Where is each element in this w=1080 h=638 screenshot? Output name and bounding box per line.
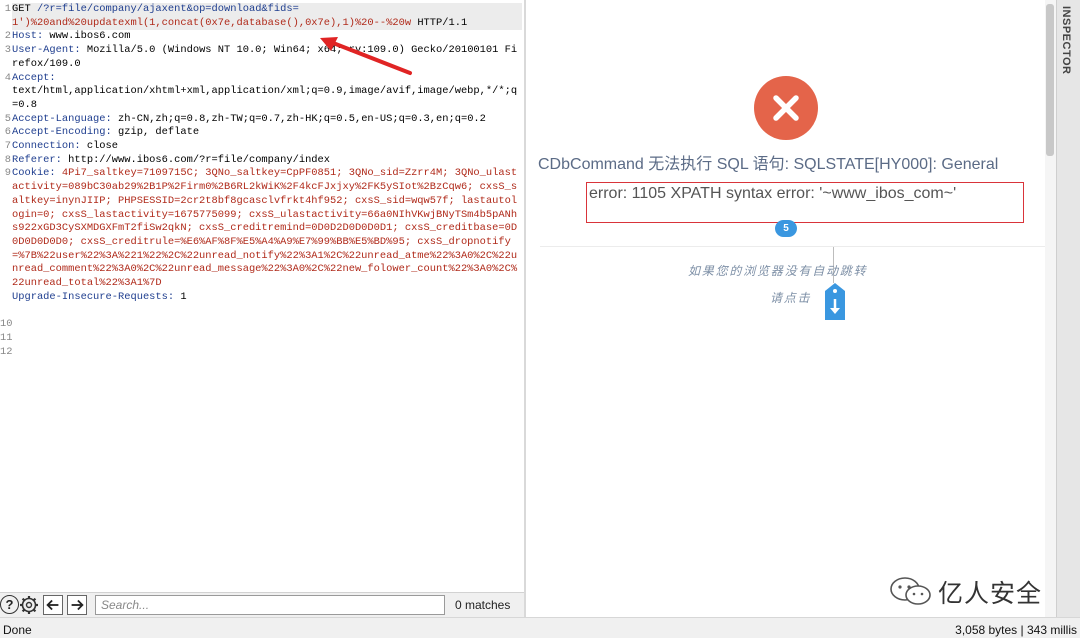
line-number <box>0 181 11 195</box>
line-number <box>0 85 11 99</box>
line-number <box>0 195 11 209</box>
help-icon[interactable]: ? <box>0 595 19 614</box>
line-number: 12 <box>0 345 13 358</box>
close-icon <box>773 95 799 121</box>
line-number: 7 <box>4 140 11 153</box>
header-value: text/html,application/xhtml+xml,applicat… <box>12 85 518 111</box>
sqli-payload: 1')%20and%20updatexml(1,concat(0x7e,data… <box>12 16 412 29</box>
line-number: 4 <box>4 71 11 84</box>
header-value: www.ibos6.com <box>43 30 131 43</box>
status-text: Done <box>3 623 32 637</box>
line-number <box>0 291 11 305</box>
request-line[interactable]: Accept: <box>12 72 522 86</box>
countdown-badge: 5 <box>775 220 797 237</box>
line-number <box>0 58 11 72</box>
header-name: Referer: <box>12 153 62 166</box>
line-number: 3 <box>4 44 11 57</box>
http-version: HTTP/1.1 <box>411 16 468 29</box>
line-number <box>0 304 11 318</box>
request-editor[interactable]: 1 23 4 56789 10 11 12 GET /?r=file/company… <box>0 0 524 592</box>
header-value: zh-CN,zh;q=0.8,zh-TW;q=0.7,zh-HK;q=0.5,e… <box>111 112 486 125</box>
line-number <box>0 236 11 250</box>
request-line[interactable]: text/html,application/xhtml+xml,applicat… <box>12 85 522 112</box>
request-text[interactable]: GET /?r=file/company/ajaxent&op=download… <box>12 3 522 304</box>
line-number <box>0 17 11 31</box>
download-icon[interactable] <box>824 283 846 321</box>
line-number: 11 <box>0 331 13 344</box>
watermark-text: 亿人安全 <box>938 580 1043 608</box>
header-name: Connection: <box>12 140 81 153</box>
line-number <box>0 99 11 113</box>
error-title: CDbCommand 无法执行 SQL 语句: SQLSTATE[HY000]:… <box>538 156 999 173</box>
line-number: 5 <box>4 112 11 125</box>
header-value: 4Pi7_saltkey=7109715C; 3QNo_saltkey=CpPF… <box>12 167 518 290</box>
header-name: Accept-Encoding: <box>12 126 112 139</box>
header-name: Cookie: <box>12 167 56 180</box>
error-icon <box>754 76 818 140</box>
header-value: 1 <box>174 290 187 303</box>
request-line[interactable]: User-Agent: Mozilla/5.0 (Windows NT 10.0… <box>12 44 522 71</box>
header-name: GET <box>12 3 37 15</box>
request-line[interactable]: Referer: http://www.ibos6.com/?r=file/co… <box>12 154 522 168</box>
header-name: Upgrade-Insecure-Requests: <box>12 290 175 303</box>
line-number: 2 <box>4 30 11 43</box>
request-line[interactable]: Upgrade-Insecure-Requests: 1 <box>12 291 522 305</box>
line-numbers: 1 23 4 56789 10 11 12 <box>0 3 13 359</box>
line-number: 10 <box>0 318 13 331</box>
line-number <box>0 222 11 236</box>
header-value: /?r=file/company/ajaxent&op=download&fid… <box>36 3 299 15</box>
line-number: 8 <box>4 153 11 166</box>
header-name: Accept-Language: <box>12 112 112 125</box>
header-name: User-Agent: <box>12 44 81 57</box>
search-input[interactable] <box>95 595 445 615</box>
response-scrollbar-thumb[interactable] <box>1046 4 1054 156</box>
header-value: http://www.ibos6.com/?r=file/company/ind… <box>61 153 331 166</box>
line-number: 9 <box>4 167 11 180</box>
header-name: Accept: <box>12 71 56 84</box>
request-line[interactable]: Cookie: 4Pi7_saltkey=7109715C; 3QNo_salt… <box>12 167 522 290</box>
header-value: close <box>80 140 119 153</box>
request-line[interactable]: Accept-Encoding: gzip, deflate <box>12 126 522 140</box>
match-count: 0 matches <box>455 598 511 612</box>
prev-arrow-icon[interactable] <box>43 595 63 615</box>
next-arrow-icon[interactable] <box>67 595 87 615</box>
request-line[interactable]: GET /?r=file/company/ajaxent&op=download… <box>12 3 522 17</box>
inspector-tab[interactable]: INSPECTOR <box>1056 0 1080 617</box>
divider <box>540 246 1045 247</box>
header-value: Mozilla/5.0 (Windows NT 10.0; Win64; x64… <box>12 44 518 70</box>
line-number: 6 <box>4 126 11 139</box>
redirect-link[interactable]: 请点击 <box>770 289 811 306</box>
line-number <box>0 277 11 291</box>
header-value: gzip, deflate <box>111 126 200 139</box>
error-message: error: 1105 XPATH syntax error: '~www_ib… <box>589 185 957 202</box>
line-number <box>0 263 11 277</box>
line-number <box>0 209 11 223</box>
response-stats: 3,058 bytes | 343 millis <box>955 623 1077 637</box>
request-line[interactable]: Accept-Language: zh-CN,zh;q=0.8,zh-TW;q=… <box>12 113 522 127</box>
status-bar <box>0 617 1080 638</box>
redirect-text: 如果您的浏览器没有自动跳转 <box>688 264 868 278</box>
line-number: 1 <box>4 3 11 15</box>
line-number <box>0 250 11 264</box>
gear-icon[interactable] <box>19 595 39 615</box>
header-name: Host: <box>12 30 44 43</box>
request-line[interactable]: Connection: close <box>12 140 522 154</box>
request-line[interactable]: Host: www.ibos6.com <box>12 30 522 44</box>
inspector-label: INSPECTOR <box>1060 6 1072 75</box>
request-line[interactable]: 1')%20and%20updatexml(1,concat(0x7e,data… <box>12 16 522 31</box>
wechat-icon <box>890 577 931 605</box>
